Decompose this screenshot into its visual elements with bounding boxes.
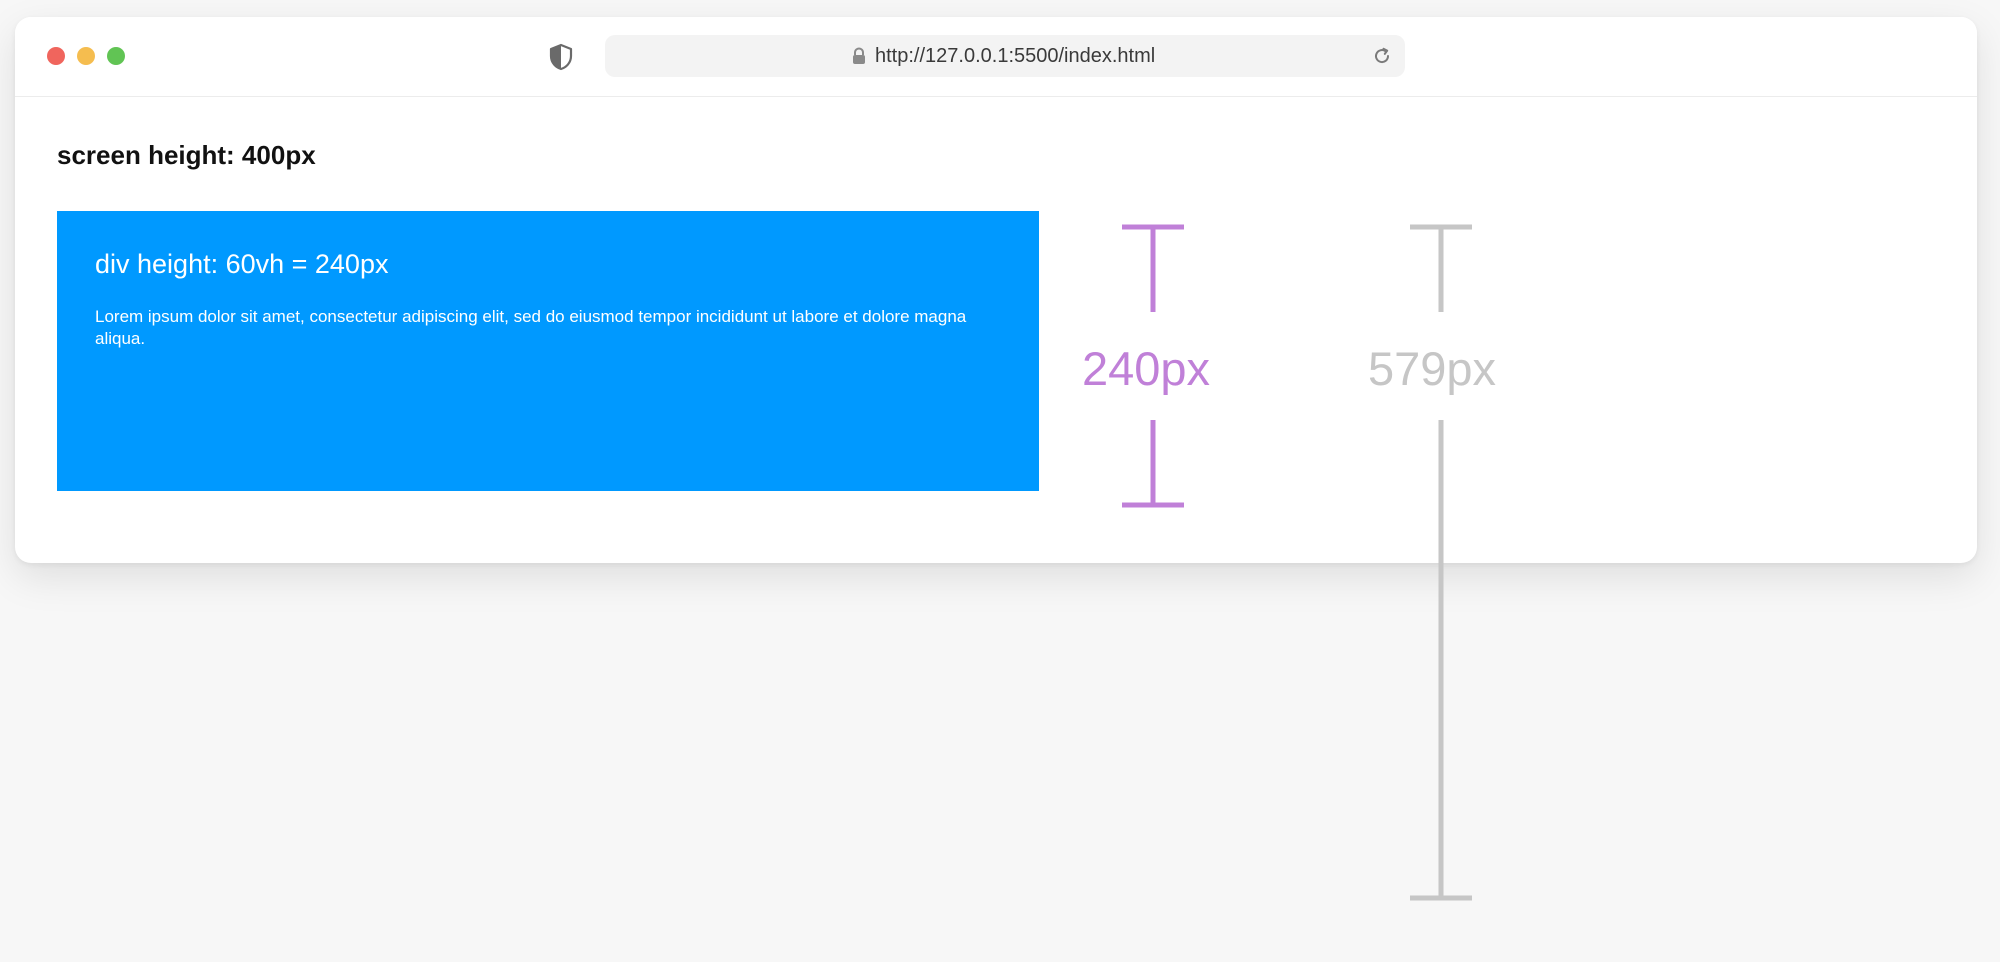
- viewport-height-label: 579px: [1368, 342, 1497, 395]
- shield-icon[interactable]: [548, 43, 574, 71]
- close-window-button[interactable]: [47, 47, 65, 65]
- address-bar[interactable]: http://127.0.0.1:5500/index.html: [605, 35, 1405, 77]
- url-text[interactable]: http://127.0.0.1:5500/index.html: [875, 44, 1155, 68]
- box-title: div height: 60vh = 240px: [95, 249, 389, 279]
- reload-icon[interactable]: [1371, 45, 1393, 67]
- content-box: div height: 60vh = 240px Lorem ipsum dol…: [57, 211, 1039, 491]
- minimize-window-button[interactable]: [77, 47, 95, 65]
- browser-toolbar: http://127.0.0.1:5500/index.html: [15, 17, 1977, 97]
- box-text: Lorem ipsum dolor sit amet, consectetur …: [95, 307, 967, 348]
- div-height-label: 240px: [1082, 342, 1211, 395]
- zoom-window-button[interactable]: [107, 47, 125, 65]
- viewport-height-measure: [1410, 224, 1472, 901]
- lock-icon: [851, 47, 867, 65]
- page-heading: screen height: 400px: [57, 140, 316, 170]
